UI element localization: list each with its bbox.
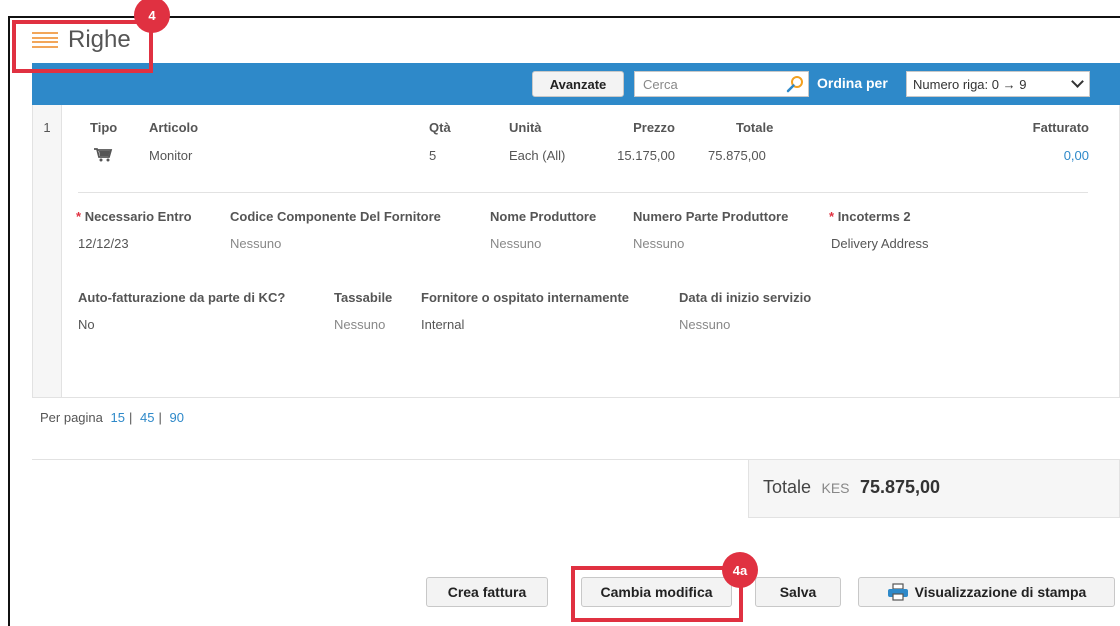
detail-value-taxable: Nessuno bbox=[334, 317, 386, 332]
details-divider bbox=[78, 192, 1088, 193]
highlight-section-title bbox=[12, 20, 153, 73]
sort-label: Ordina per bbox=[817, 75, 888, 91]
search-input[interactable] bbox=[635, 72, 775, 96]
chevron-down-icon bbox=[1071, 75, 1084, 88]
detail-label-need-by: * Necessario Entro bbox=[76, 209, 192, 224]
header-type: Tipo bbox=[90, 120, 118, 135]
unit-value: Each (All) bbox=[509, 148, 566, 163]
item-value: Monitor bbox=[149, 148, 193, 163]
detail-value-service-start: Nessuno bbox=[679, 317, 731, 332]
save-button[interactable]: Salva bbox=[755, 577, 841, 607]
sort-select[interactable]: Numero riga: 0 → 9 bbox=[906, 71, 1090, 97]
detail-label-manufacturer: Nome Produttore bbox=[490, 209, 597, 224]
create-invoice-button[interactable]: Crea fattura bbox=[426, 577, 548, 607]
total-amount: 75.875,00 bbox=[859, 477, 941, 497]
per-page-separator: | bbox=[128, 410, 133, 425]
detail-label-taxable: Tassabile bbox=[334, 290, 393, 305]
per-page-separator: | bbox=[158, 410, 162, 425]
total-value: 75.875,00 bbox=[708, 148, 766, 163]
frame-left-border bbox=[8, 18, 10, 626]
total-label: Totale bbox=[763, 477, 812, 497]
sort-select-value: Numero riga: 0 → 9 bbox=[913, 76, 1027, 92]
cart-icon bbox=[94, 148, 113, 162]
per-page-label: Per pagina bbox=[40, 410, 103, 425]
detail-value-manufacturer: Nessuno bbox=[490, 236, 542, 251]
detail-label-incoterms: * Incoterms 2 bbox=[829, 209, 911, 224]
per-page-15-link[interactable]: 15 bbox=[111, 410, 125, 425]
header-price: Prezzo bbox=[633, 120, 675, 135]
header-invoiced: Fatturato bbox=[1032, 120, 1089, 135]
search-icon[interactable] bbox=[786, 75, 804, 93]
totals-box: Totale KES 75.875,00 bbox=[748, 459, 1120, 518]
line-number: 1 bbox=[33, 105, 62, 397]
total-currency: KES bbox=[821, 480, 850, 496]
lines-toolbar: Avanzate Ordina per Numero riga: 0 → 9 bbox=[32, 63, 1120, 105]
price-value: 15.175,00 bbox=[617, 148, 675, 163]
per-page-45-link[interactable]: 45 bbox=[140, 410, 154, 425]
highlight-change-order bbox=[571, 566, 743, 622]
step-badge-4: 4 bbox=[134, 0, 170, 33]
header-item: Articolo bbox=[149, 120, 199, 135]
detail-label-supplier-part: Codice Componente Del Fornitore bbox=[230, 209, 441, 224]
frame-top-border bbox=[8, 16, 1120, 18]
advanced-button[interactable]: Avanzate bbox=[532, 71, 624, 97]
line-item-panel: 1 bbox=[32, 105, 1120, 398]
header-qty: Qtà bbox=[429, 120, 451, 135]
print-preview-button[interactable]: Visualizzazione di stampa bbox=[858, 577, 1115, 607]
print-preview-label: Visualizzazione di stampa bbox=[914, 584, 1087, 600]
detail-value-self-invoicing: No bbox=[78, 317, 95, 332]
step-badge-4a: 4a bbox=[722, 552, 758, 588]
detail-value-supplier-hosted: Internal bbox=[421, 317, 465, 332]
detail-value-incoterms: Delivery Address bbox=[831, 236, 929, 251]
detail-label-manufacturer-part: Numero Parte Produttore bbox=[633, 209, 789, 224]
header-unit: Unità bbox=[509, 120, 542, 135]
invoiced-link[interactable]: 0,00 bbox=[980, 148, 1089, 163]
detail-label-service-start: Data di inizio servizio bbox=[679, 290, 812, 305]
printer-icon bbox=[887, 583, 908, 601]
detail-value-need-by: 12/12/23 bbox=[78, 236, 129, 251]
detail-value-manufacturer-part: Nessuno bbox=[633, 236, 685, 251]
detail-value-supplier-part: Nessuno bbox=[230, 236, 282, 251]
detail-label-supplier-hosted: Fornitore o ospitato internamente bbox=[421, 290, 630, 305]
detail-label-self-invoicing: Auto-fatturazione da parte di KC? bbox=[78, 290, 286, 305]
per-page-selector: Per pagina 15 | 45 | 90 bbox=[40, 410, 188, 425]
search-box bbox=[634, 71, 809, 97]
per-page-90-link[interactable]: 90 bbox=[169, 410, 183, 425]
qty-value: 5 bbox=[429, 148, 437, 163]
header-total: Totale bbox=[736, 120, 774, 135]
